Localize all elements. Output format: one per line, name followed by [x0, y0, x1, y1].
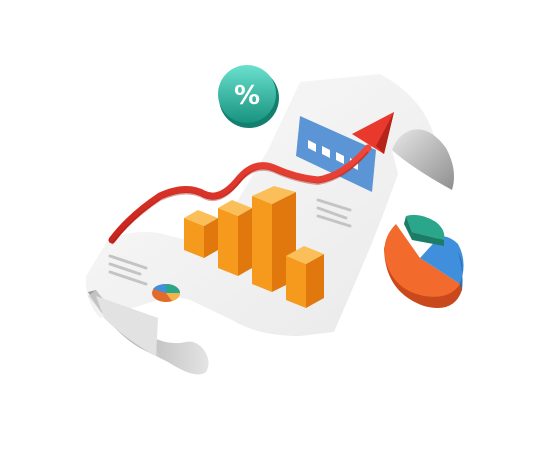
- finance-growth-illustration: %: [0, 0, 547, 456]
- bar-4: [286, 246, 324, 308]
- illustration-canvas: %: [85, 65, 464, 375]
- bar-1: [184, 210, 218, 258]
- bar-2: [218, 200, 252, 276]
- percent-symbol: %: [234, 81, 260, 111]
- paper-mini-pie-icon: [152, 283, 180, 302]
- percent-badge-icon: %: [218, 65, 279, 128]
- pie-chart-icon: [384, 214, 464, 308]
- paper-top-curl: [392, 129, 454, 190]
